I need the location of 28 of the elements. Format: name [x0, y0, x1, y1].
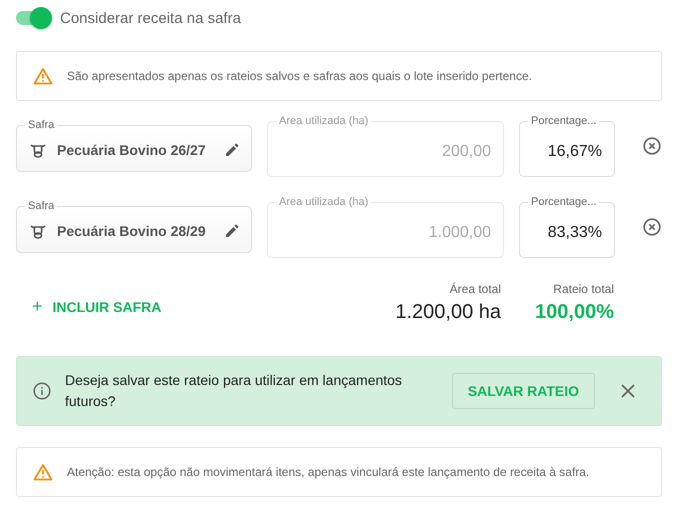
notice-text: São apresentados apenas os rateios salvos e safras aos quais o lote inserido pertence. [67, 69, 532, 83]
percentage-field[interactable]: Porcentage... 16,67% [519, 114, 615, 177]
total-label: Rateio total [553, 282, 614, 296]
notice-text: Atenção: esta opção não movimentará itens, apenas vinculará este lançamento de receita à safra. [67, 465, 590, 479]
remove-icon[interactable] [643, 218, 661, 236]
toggle-label: Considerar receita na safra [60, 10, 241, 26]
field-label: Safra [27, 118, 56, 132]
field-label: Area utilizada (ha) [278, 195, 370, 209]
total-value: 100,00% [535, 301, 614, 324]
total-label: Área total [450, 282, 502, 296]
safra-value: Pecuária Bovino 26/27 [57, 142, 207, 158]
field-label: Safra [27, 199, 56, 213]
field-label: Area utilizada (ha) [278, 114, 370, 128]
warning-icon [33, 67, 53, 85]
field-label: Porcentage... [530, 114, 598, 128]
close-icon[interactable] [621, 384, 635, 398]
total-value: 1.200,00 ha [395, 301, 502, 324]
pencil-icon[interactable] [225, 224, 239, 238]
percentage-field[interactable]: Porcentage... 83,33% [519, 195, 615, 258]
warning-icon [33, 463, 53, 481]
safra-field[interactable]: Safra Pecuária Bovino 26/27 [16, 118, 252, 172]
safra-value: Pecuária Bovino 28/29 [57, 222, 207, 238]
info-icon [33, 382, 51, 400]
banner-text: Deseja salvar este rateio para utilizar em lançamentos futuros? [65, 371, 403, 411]
pencil-icon[interactable] [225, 142, 239, 156]
field-label: Porcentage... [530, 195, 598, 209]
safra-field[interactable]: Safra Pecuária Bovino 28/29 [16, 199, 252, 253]
remove-icon[interactable] [643, 137, 661, 155]
